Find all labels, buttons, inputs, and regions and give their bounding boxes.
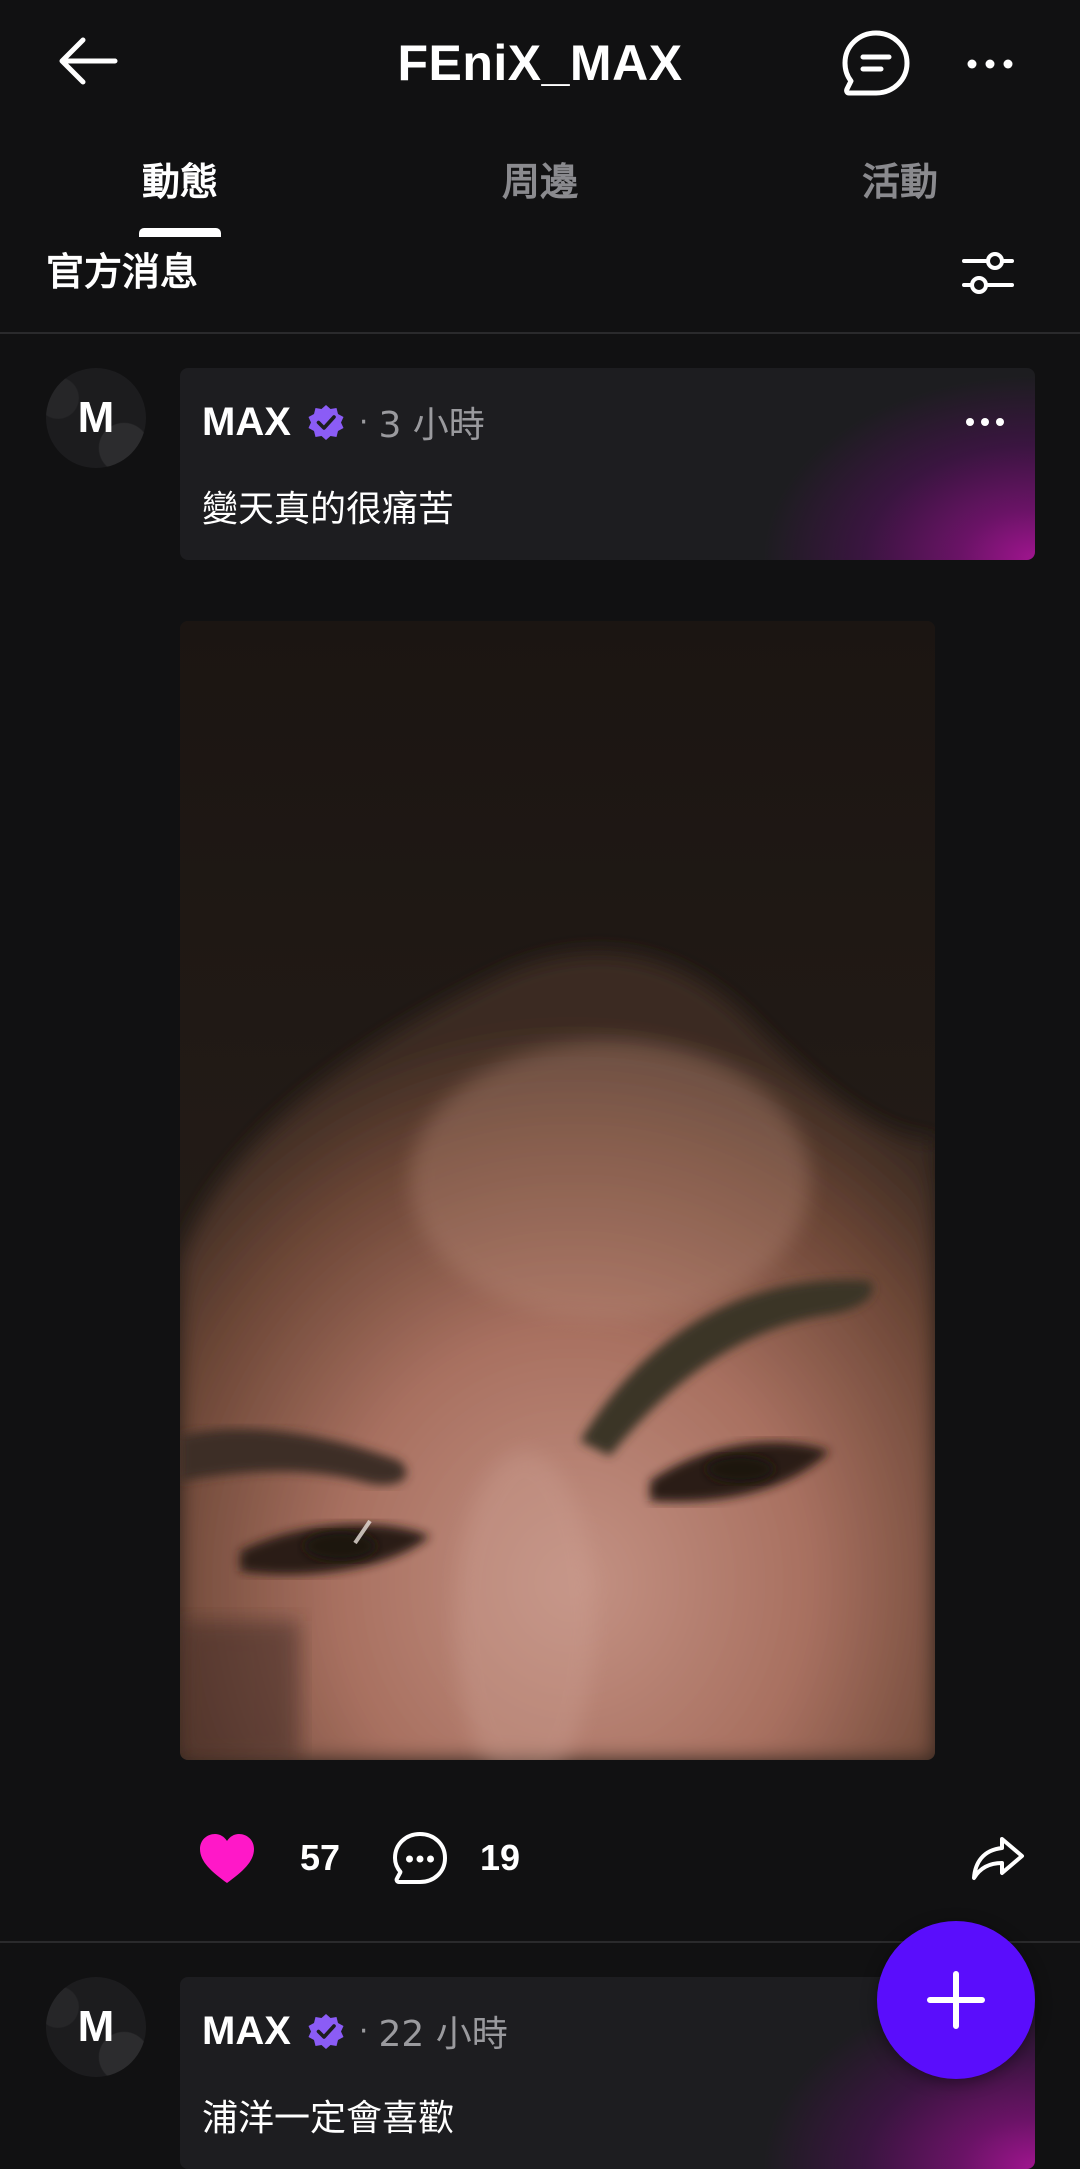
- comment-count: 19: [480, 1837, 521, 1878]
- more-dots-icon: [966, 418, 1004, 426]
- post-timestamp: 3 小時: [378, 405, 485, 446]
- chat-button[interactable]: [840, 28, 912, 100]
- section-label-official-news[interactable]: 官方消息: [46, 246, 198, 298]
- post-text: 變天真的很痛苦: [202, 489, 455, 530]
- page-title: FEniX_MAX: [397, 35, 683, 91]
- post-text: 浦洋一定會喜歡: [202, 2098, 455, 2139]
- tab-merch[interactable]: 周邊: [440, 140, 640, 240]
- active-tab-indicator: [139, 228, 221, 237]
- sliders-icon: [962, 252, 1014, 294]
- divider: [0, 332, 1080, 334]
- more-dots-icon: [967, 59, 1013, 69]
- tab-feed[interactable]: 動態: [80, 140, 280, 240]
- plus-icon: [927, 1971, 985, 2029]
- author-name[interactable]: MAX: [202, 400, 291, 445]
- post-header: MAX · 3 小時: [202, 394, 485, 450]
- verified-badge-icon: [307, 2012, 345, 2050]
- post-header: MAX · 22 小時: [202, 2003, 508, 2059]
- tab-bar: 動態 周邊 活動: [0, 140, 1080, 240]
- post-card[interactable]: MAX · 3 小時 變天真的很痛苦: [180, 368, 1035, 560]
- verified-badge-icon: [307, 403, 345, 441]
- like-button[interactable]: [196, 1830, 258, 1888]
- filter-button[interactable]: [954, 244, 1022, 302]
- share-arrow-icon: [972, 1837, 1024, 1880]
- separator-dot: ·: [358, 404, 369, 440]
- heart-icon: [200, 1834, 254, 1883]
- author-name[interactable]: MAX: [202, 2009, 291, 2054]
- post-timestamp: 22 小時: [378, 2014, 508, 2055]
- chat-bubble-icon: [842, 30, 910, 96]
- like-count: 57: [300, 1837, 341, 1878]
- more-options-button[interactable]: [960, 40, 1020, 88]
- share-button[interactable]: [970, 1832, 1026, 1884]
- comment-icon: [393, 1832, 447, 1884]
- post-more-button[interactable]: [963, 404, 1007, 440]
- tab-events[interactable]: 活動: [800, 140, 1000, 240]
- create-post-button[interactable]: [877, 1921, 1035, 2079]
- avatar[interactable]: M: [46, 368, 146, 468]
- avatar[interactable]: M: [46, 1977, 146, 2077]
- separator-dot: ·: [358, 2013, 369, 2049]
- post-image[interactable]: [180, 621, 935, 1760]
- top-app-bar: FEniX_MAX: [0, 0, 1080, 128]
- post-action-row: 57 19: [180, 1820, 1035, 1900]
- comment-button[interactable]: [390, 1829, 450, 1889]
